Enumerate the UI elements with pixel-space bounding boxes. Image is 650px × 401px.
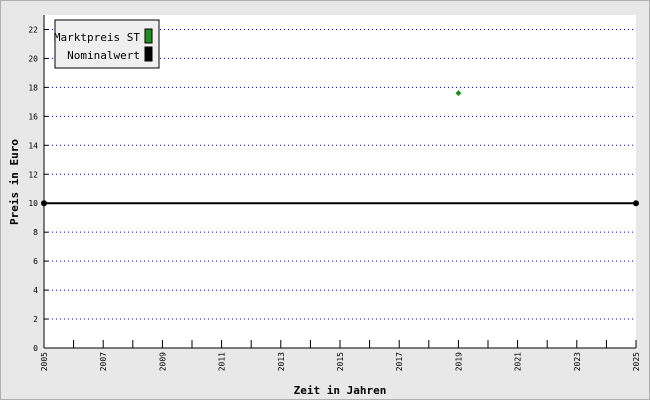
x-axis-title: Zeit in Jahren — [294, 384, 387, 397]
y-tick-label-6: 6 — [33, 257, 38, 266]
chart-frame: 2005 2007 2009 2011 2013 2015 2017 2019 2021 2023… — [0, 0, 650, 400]
legend: Marktpreis ST Nominalwert — [54, 19, 160, 69]
x-tick-label-2013: 2013 — [277, 352, 286, 371]
series-point-nominalwert-0 — [41, 200, 47, 207]
x-tick-label-2019: 2019 — [454, 352, 463, 371]
legend-swatch-nominalwert — [144, 46, 153, 62]
y-tick-label-12: 12 — [28, 170, 38, 179]
y-tick-label-8: 8 — [33, 228, 38, 237]
x-tick-label-2017: 2017 — [395, 352, 404, 371]
chart-svg: 2005 2007 2009 2011 2013 2015 2017 2019 2021 2023… — [8, 15, 641, 397]
y-tick-label-10: 10 — [28, 199, 38, 208]
y-tick-label-20: 20 — [28, 54, 38, 63]
legend-swatch-marktpreis — [144, 28, 153, 44]
x-tick-label-2025: 2025 — [632, 352, 641, 371]
x-tick-label-2021: 2021 — [514, 352, 523, 371]
x-tick-label-2011: 2011 — [218, 352, 227, 371]
y-axis-title: Preis in Euro — [8, 139, 21, 225]
x-tick-label-2005: 2005 — [40, 352, 49, 371]
y-tick-label-0: 0 — [33, 344, 38, 353]
y-tick-label-18: 18 — [28, 83, 38, 92]
legend-label-nominalwert: Nominalwert — [67, 49, 140, 62]
y-tick-label-4: 4 — [33, 286, 38, 295]
series-point-nominalwert-1 — [633, 200, 639, 207]
legend-label-marktpreis: Marktpreis ST — [54, 31, 140, 44]
x-tick-label-2023: 2023 — [573, 352, 582, 371]
x-tick-label-2007: 2007 — [99, 352, 108, 371]
y-tick-label-22: 22 — [28, 25, 38, 34]
y-tick-label-14: 14 — [28, 141, 38, 150]
y-tick-label-16: 16 — [28, 112, 38, 121]
y-tick-label-2: 2 — [33, 315, 38, 324]
x-tick-label-2009: 2009 — [158, 352, 167, 371]
x-tick-label-2015: 2015 — [336, 352, 345, 371]
